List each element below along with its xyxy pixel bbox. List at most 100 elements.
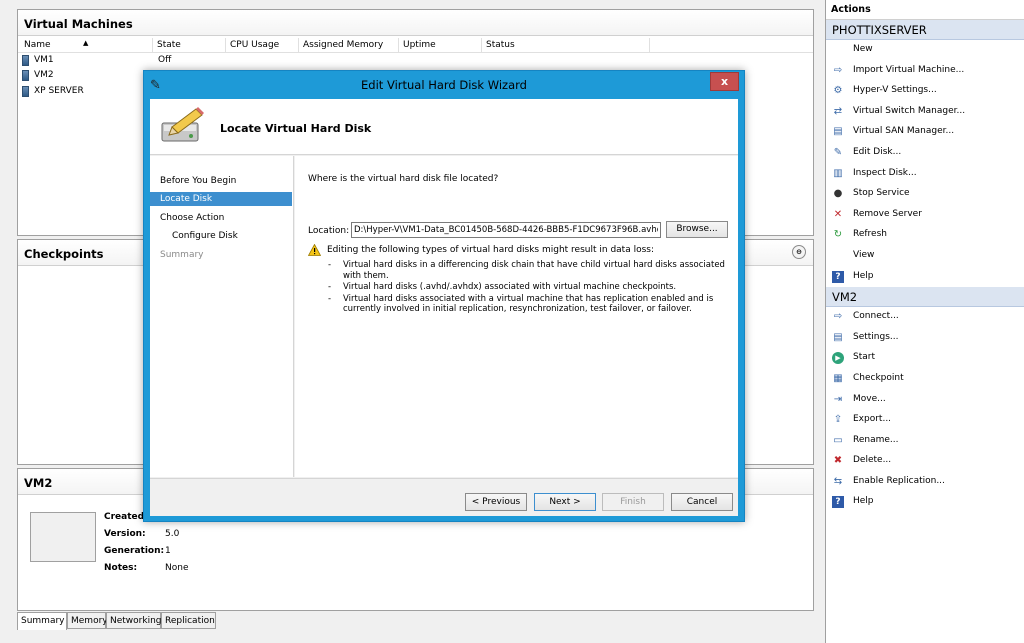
action-item-label: Virtual Switch Manager... [853,105,966,116]
delete-icon: ✖ [833,455,843,467]
action-item[interactable]: ✖ Delete... [826,451,1024,472]
location-input[interactable] [351,222,661,238]
action-item-label: Help [853,496,874,507]
action-item-label: Start [853,352,875,363]
column-name[interactable]: Name [24,40,51,50]
tab-memory[interactable]: Memory [67,612,108,629]
column-cpu-usage[interactable]: CPU Usage [230,40,279,50]
action-item[interactable]: ? Help [826,267,1024,288]
column-divider[interactable] [649,38,650,52]
wizard-body: Locate Virtual Hard Disk Before You Begi… [150,99,738,516]
action-item[interactable]: View [826,246,1024,267]
detail-label-created: Created: [104,512,148,522]
action-item-label: Checkpoint [853,372,904,383]
wizard-footer: < Previous Next > Finish Cancel [150,478,738,516]
wizard-title-bar[interactable]: ✎ Edit Virtual Hard Disk Wizard x [144,71,744,99]
column-divider[interactable] [481,38,482,52]
collapse-icon[interactable]: ⊖ [792,245,806,259]
action-item[interactable]: ⇥ Move... [826,390,1024,411]
action-item-label: Rename... [853,434,899,445]
column-divider[interactable] [298,38,299,52]
edit-disk-icon: ✎ [833,146,843,158]
hard-disk-pencil-icon [161,107,204,142]
action-item-label: Delete... [853,455,892,466]
wizard-content: Where is the virtual hard disk file loca… [295,156,738,477]
action-item-label: Settings... [853,331,899,342]
warning-item-text: Virtual hard disks in a differencing dis… [343,260,725,281]
wizard-nav: Before You Begin Locate Disk Choose Acti… [150,156,294,477]
column-divider[interactable] [152,38,153,52]
actions-group-vm[interactable]: VM2 [826,287,1024,308]
detail-label-notes: Notes: [104,563,138,573]
action-item-label: Help [853,270,874,281]
nav-choose-action[interactable]: Choose Action [150,211,292,225]
column-assigned-memory[interactable]: Assigned Memory [303,40,383,50]
action-item[interactable]: ✎ Edit Disk... [826,143,1024,164]
action-item[interactable]: ⚙ Hyper-V Settings... [826,81,1024,102]
virtual-machine-icon [22,55,29,66]
action-item[interactable]: ⇨ Import Virtual Machine... [826,61,1024,82]
move-icon: ⇥ [833,393,843,405]
column-state[interactable]: State [157,40,181,50]
action-item[interactable]: ↻ Refresh [826,225,1024,246]
previous-button[interactable]: < Previous [465,493,527,511]
action-item-label: Enable Replication... [853,475,945,486]
next-button[interactable]: Next > [534,493,596,511]
vm-state: Off [158,55,172,65]
action-item[interactable]: New [826,40,1024,61]
action-item[interactable]: ▦ Checkpoint [826,369,1024,390]
actions-title: Actions [826,0,1024,20]
start-icon: ▶ [832,352,844,365]
virtual-machine-icon [22,70,29,81]
action-item[interactable]: ▭ Rename... [826,431,1024,452]
nav-configure-disk[interactable]: Configure Disk [150,229,292,243]
actions-group-server[interactable]: PHOTTIXSERVER [826,20,1024,40]
sort-ascending-icon: ▲ [83,39,89,47]
tab-networking[interactable]: Networking [106,612,162,629]
tab-summary[interactable]: Summary [17,612,67,630]
settings-icon: ▤ [833,331,843,343]
action-item[interactable]: ● Stop Service [826,184,1024,205]
action-item-label: Stop Service [853,188,910,199]
column-uptime[interactable]: Uptime [403,40,436,50]
action-item[interactable]: ▥ Inspect Disk... [826,164,1024,185]
browse-button[interactable]: Browse... [666,221,728,238]
edit-disk-wizard-dialog: ✎ Edit Virtual Hard Disk Wizard x Locate… [143,70,745,522]
action-item-label: Export... [853,414,892,425]
action-item[interactable]: ✕ Remove Server [826,205,1024,226]
checkpoints-title-text: Checkpoints [24,247,104,261]
vm-thumbnail[interactable] [30,512,96,562]
inspect-disk-icon: ▥ [833,167,843,179]
close-icon[interactable]: x [710,72,739,91]
checkpoint-icon: ▦ [833,372,843,384]
virtual-machines-title: Virtual Machines [18,10,813,36]
column-divider[interactable] [398,38,399,52]
tab-replication[interactable]: Replication [161,612,216,629]
action-item-label: Inspect Disk... [853,167,917,178]
action-item[interactable]: ⇆ Enable Replication... [826,472,1024,493]
vm-name: XP SERVER [34,86,84,96]
action-item[interactable]: ⇄ Virtual Switch Manager... [826,102,1024,123]
warning-text: Editing the following types of virtual h… [327,245,654,255]
settings-icon: ⚙ [833,85,843,97]
rename-icon: ▭ [833,434,843,446]
remove-server-icon: ✕ [833,208,843,220]
nav-before-you-begin[interactable]: Before You Begin [150,174,292,188]
warning-item: - Virtual hard disks (.avhd/.avhdx) assoc… [328,282,677,292]
detail-label-version: Version: [104,529,146,539]
warning-item-text: Virtual hard disks (.avhd/.avhdx) associ… [343,282,677,292]
action-item-label: Move... [853,393,886,404]
action-item[interactable]: ▤ Virtual SAN Manager... [826,122,1024,143]
location-question: Where is the virtual hard disk file loca… [308,174,499,184]
column-status[interactable]: Status [486,40,515,50]
action-item[interactable]: ▤ Settings... [826,328,1024,349]
column-divider[interactable] [225,38,226,52]
action-item[interactable]: ? Help [826,492,1024,513]
action-item[interactable]: ▶ Start [826,348,1024,369]
action-item[interactable]: ⇨ Connect... [826,307,1024,328]
nav-locate-disk[interactable]: Locate Disk [150,192,292,206]
action-item-label: New [853,44,873,54]
action-item[interactable]: ⇪ Export... [826,410,1024,431]
cancel-button[interactable]: Cancel [671,493,733,511]
warning-list: - Virtual hard disks in a differencing di… [328,260,733,316]
